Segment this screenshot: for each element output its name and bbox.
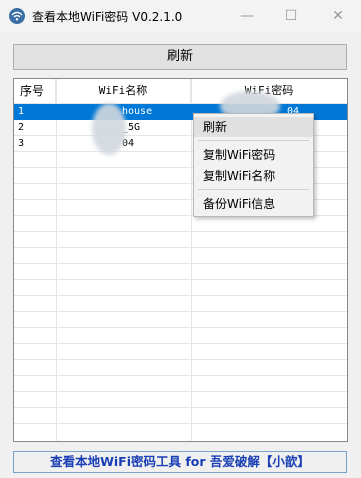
grid-line	[14, 407, 347, 408]
footer-credit-link[interactable]: 查看本地WiFi密码工具 for 吾爱破解【小歆】	[13, 451, 347, 473]
close-button[interactable]: ✕	[315, 0, 361, 32]
redaction-blur	[92, 103, 126, 155]
refresh-button[interactable]: 刷新	[13, 44, 347, 70]
menu-separator	[198, 189, 309, 190]
menu-item-copy-name[interactable]: 复制WiFi名称	[194, 166, 313, 186]
grid-line	[14, 295, 347, 296]
menu-separator	[198, 140, 309, 141]
grid-line	[14, 311, 347, 312]
minimize-button[interactable]: —	[224, 0, 270, 32]
maximize-button[interactable]: ☐	[268, 0, 314, 32]
row-index: 3	[18, 138, 25, 149]
wifi-icon	[9, 8, 25, 24]
grid-line	[14, 423, 347, 424]
menu-item-refresh[interactable]: 刷新	[194, 117, 313, 137]
title-bar[interactable]: 查看本地WiFi密码 V0.2.1.0 — ☐ ✕	[0, 0, 361, 32]
column-header-index[interactable]: 序号	[14, 79, 56, 103]
grid-line	[14, 391, 347, 392]
grid-line	[14, 247, 347, 248]
menu-item-copy-password[interactable]: 复制WiFi密码	[194, 145, 313, 165]
menu-item-backup[interactable]: 备份WiFi信息	[194, 194, 313, 214]
grid-line	[14, 231, 347, 232]
grid-line	[14, 359, 347, 360]
grid-line	[14, 279, 347, 280]
context-menu[interactable]: 刷新 复制WiFi密码 复制WiFi名称 备份WiFi信息	[193, 113, 314, 217]
grid-line	[14, 263, 347, 264]
row-index: 1	[18, 106, 25, 117]
grid-line	[14, 327, 347, 328]
column-header-name[interactable]: WiFi名称	[56, 79, 191, 103]
window-title: 查看本地WiFi密码 V0.2.1.0	[32, 10, 183, 24]
grid-line	[14, 343, 347, 344]
grid-line	[14, 375, 347, 376]
row-index: 2	[18, 122, 25, 133]
